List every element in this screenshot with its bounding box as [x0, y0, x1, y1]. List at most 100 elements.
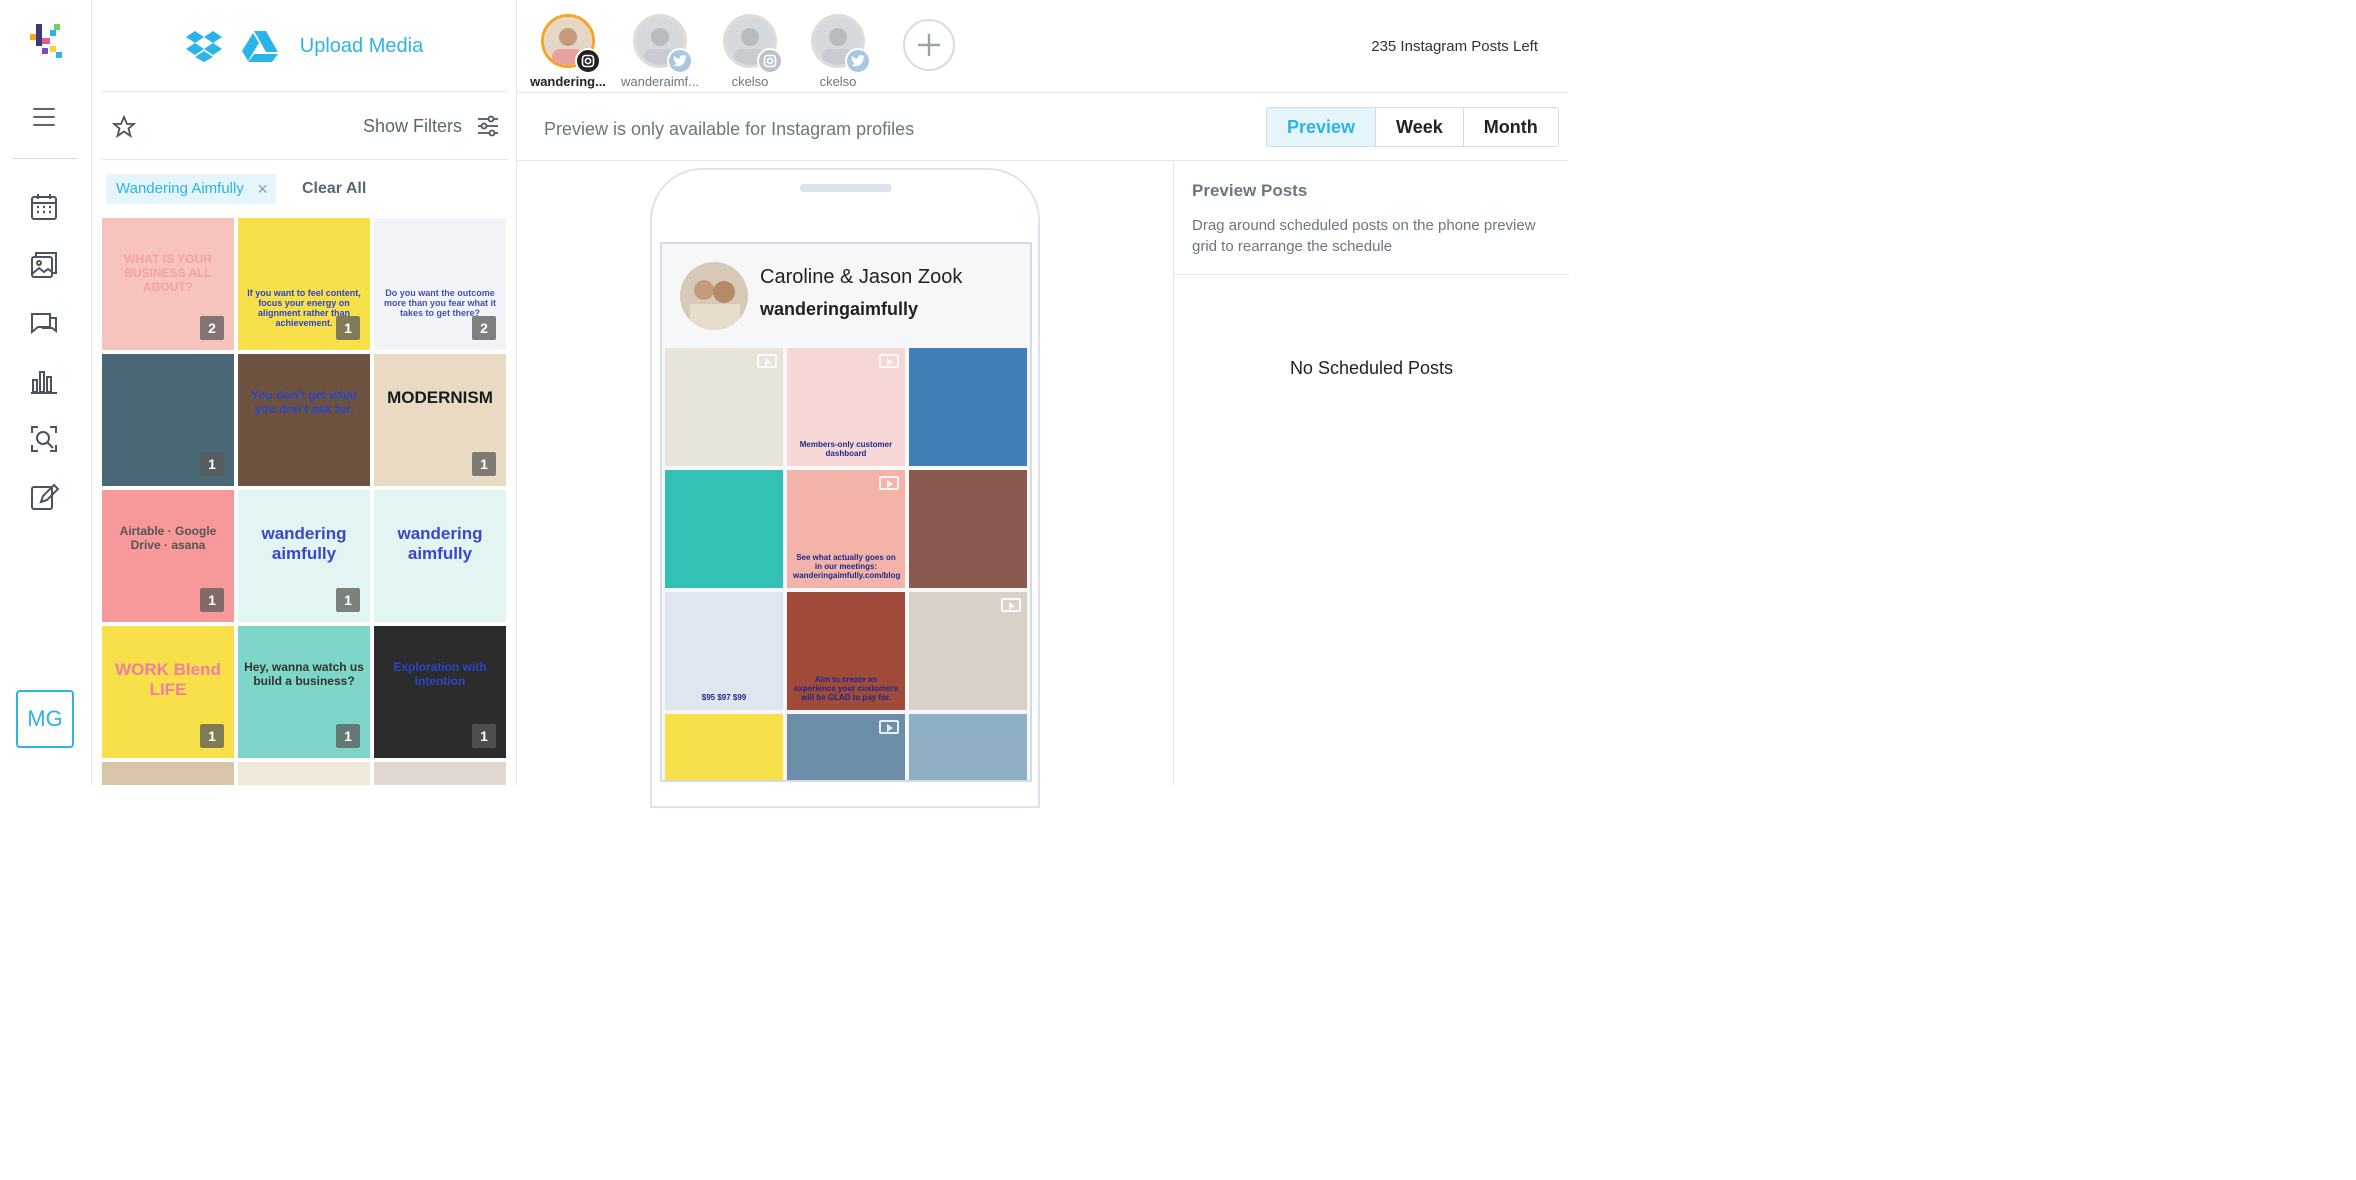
view-month-button[interactable]: Month	[1462, 108, 1558, 146]
preview-posts-panel: Preview Posts Drag around scheduled post…	[1173, 161, 1569, 785]
instagram-post-caption: $95 $97 $99	[701, 693, 747, 702]
twitter-icon	[845, 48, 871, 74]
plus-icon	[918, 34, 940, 56]
media-tile-caption: You don't get what you don't ask for.	[251, 388, 357, 416]
instagram-post-caption: Aim to create an experience your custome…	[793, 675, 899, 702]
media-tile[interactable]	[374, 762, 506, 785]
instagram-post[interactable]	[909, 714, 1027, 780]
media-tile[interactable]: Do you want the outcome more than you fe…	[374, 218, 506, 350]
add-profile-button[interactable]	[903, 19, 955, 71]
media-tile[interactable]: WHAT IS YOUR BUSINESS ALL ABOUT? 2	[102, 218, 234, 350]
media-tile[interactable]: Hey, wanna watch us build a business? 1	[238, 626, 370, 758]
profile-name: ckelso	[731, 74, 769, 89]
view-week-button[interactable]: Week	[1375, 108, 1463, 146]
preview-note: Preview is only available for Instagram …	[544, 119, 915, 139]
media-tile-caption: Do you want the outcome more than you fe…	[383, 288, 497, 318]
app-logo-icon[interactable]	[24, 24, 68, 60]
video-icon	[1001, 598, 1021, 612]
media-tile[interactable]: wandering aimfully	[374, 490, 506, 622]
media-tile-caption: WHAT IS YOUR BUSINESS ALL ABOUT?	[124, 252, 212, 294]
media-tile[interactable]	[102, 762, 234, 785]
phone-speaker	[800, 184, 892, 192]
profile-name: wandering...	[530, 74, 606, 89]
media-tile-caption: Exploration with Intention	[393, 660, 487, 688]
instagram-post[interactable]	[909, 348, 1027, 466]
user-avatar[interactable]: MG	[16, 690, 74, 748]
filter-sliders-icon[interactable]	[476, 114, 500, 138]
profile-twitter[interactable]: ckelso	[798, 14, 878, 89]
phone-screen: Caroline & Jason Zook wanderingaimfully …	[660, 242, 1032, 782]
rail-divider	[12, 158, 78, 159]
instagram-post[interactable]	[909, 592, 1027, 710]
instagram-avatar	[680, 262, 748, 330]
upload-media-link[interactable]: Upload Media	[300, 35, 423, 58]
media-count-badge: 1	[200, 588, 224, 612]
media-tile[interactable]: If you want to feel content, focus your …	[238, 218, 370, 350]
instagram-display-name: Caroline & Jason Zook	[760, 266, 963, 288]
instagram-post-caption: Members-only customer dashboard	[799, 440, 893, 458]
show-filters-button[interactable]: Show Filters	[363, 116, 462, 137]
media-tile-caption: Hey, wanna watch us build a business?	[244, 660, 364, 688]
clear-all-button[interactable]: Clear All	[302, 180, 366, 198]
instagram-post[interactable]	[787, 714, 905, 780]
video-icon	[879, 720, 899, 734]
profile-instagram[interactable]: ckelso	[710, 14, 790, 89]
profile-avatar	[633, 14, 693, 74]
profile-twitter[interactable]: wanderaimf...	[620, 14, 700, 89]
preview-posts-title: Preview Posts	[1192, 181, 1308, 200]
video-icon	[879, 354, 899, 368]
media-tile[interactable]: You don't get what you don't ask for.	[238, 354, 370, 486]
instagram-post[interactable]: Members-only customer dashboard	[787, 348, 905, 466]
remove-filter-icon[interactable]: ×	[257, 174, 268, 204]
dropbox-icon[interactable]	[185, 30, 222, 62]
instagram-post[interactable]: Aim to create an experience your custome…	[787, 592, 905, 710]
posts-left-counter: 235 Instagram Posts Left	[1371, 38, 1538, 55]
calendar-icon[interactable]	[29, 192, 59, 222]
instagram-post[interactable]: See what actually goes on in our meeting…	[787, 470, 905, 588]
media-tile[interactable]: WORK Blend LIFE 1	[102, 626, 234, 758]
instagram-icon	[575, 48, 601, 74]
google-drive-icon[interactable]	[241, 30, 278, 62]
media-library-icon[interactable]	[29, 250, 59, 280]
media-tile[interactable]: Airtable · Google Drive · asana 1	[102, 490, 234, 622]
instagram-post[interactable]: $95 $97 $99	[665, 592, 783, 710]
media-tile[interactable]: 1	[102, 354, 234, 486]
media-count-badge: 1	[336, 724, 360, 748]
media-count-badge: 1	[472, 724, 496, 748]
instagram-post[interactable]	[665, 348, 783, 466]
twitter-icon	[667, 48, 693, 74]
profile-avatar	[723, 14, 783, 74]
media-count-badge: 1	[472, 452, 496, 476]
left-rail: MG	[0, 0, 92, 785]
profile-name: ckelso	[819, 74, 857, 89]
preview-toolbar: Preview is only available for Instagram …	[517, 93, 1568, 161]
profile-instagram[interactable]: wandering...	[528, 14, 608, 89]
instagram-post[interactable]: What's your business model?	[665, 714, 783, 780]
empty-state: No Scheduled Posts	[1289, 358, 1454, 378]
analytics-icon[interactable]	[29, 366, 59, 396]
media-count-badge: 1	[200, 724, 224, 748]
divider	[102, 159, 508, 160]
video-icon	[757, 354, 777, 368]
content-edit-icon[interactable]	[29, 482, 60, 512]
video-icon	[879, 476, 899, 490]
instagram-post[interactable]	[909, 470, 1027, 588]
media-count-badge: 2	[472, 316, 496, 340]
divider	[1174, 274, 1569, 275]
search-listening-icon[interactable]	[29, 424, 59, 454]
media-tile[interactable]	[238, 762, 370, 785]
media-tile[interactable]: wandering aimfully 1	[238, 490, 370, 622]
upload-row: Upload Media	[92, 0, 517, 92]
conversations-icon[interactable]	[29, 308, 59, 338]
filter-chip: Wandering Aimfully ×	[106, 174, 276, 204]
view-preview-button[interactable]: Preview	[1267, 108, 1376, 146]
profile-name: wanderaimf...	[620, 74, 700, 89]
profile-bar: wandering... wanderaimf... ckelso ckelso 23…	[517, 0, 1568, 93]
media-grid: WHAT IS YOUR BUSINESS ALL ABOUT? 2 If you …	[102, 218, 506, 785]
favorites-star-icon[interactable]	[111, 114, 137, 139]
menu-icon[interactable]	[33, 108, 55, 128]
media-tile[interactable]: MODERNISM 1	[374, 354, 506, 486]
media-tile-caption: MODERNISM	[387, 388, 493, 407]
instagram-post[interactable]	[665, 470, 783, 588]
media-tile[interactable]: Exploration with Intention 1	[374, 626, 506, 758]
